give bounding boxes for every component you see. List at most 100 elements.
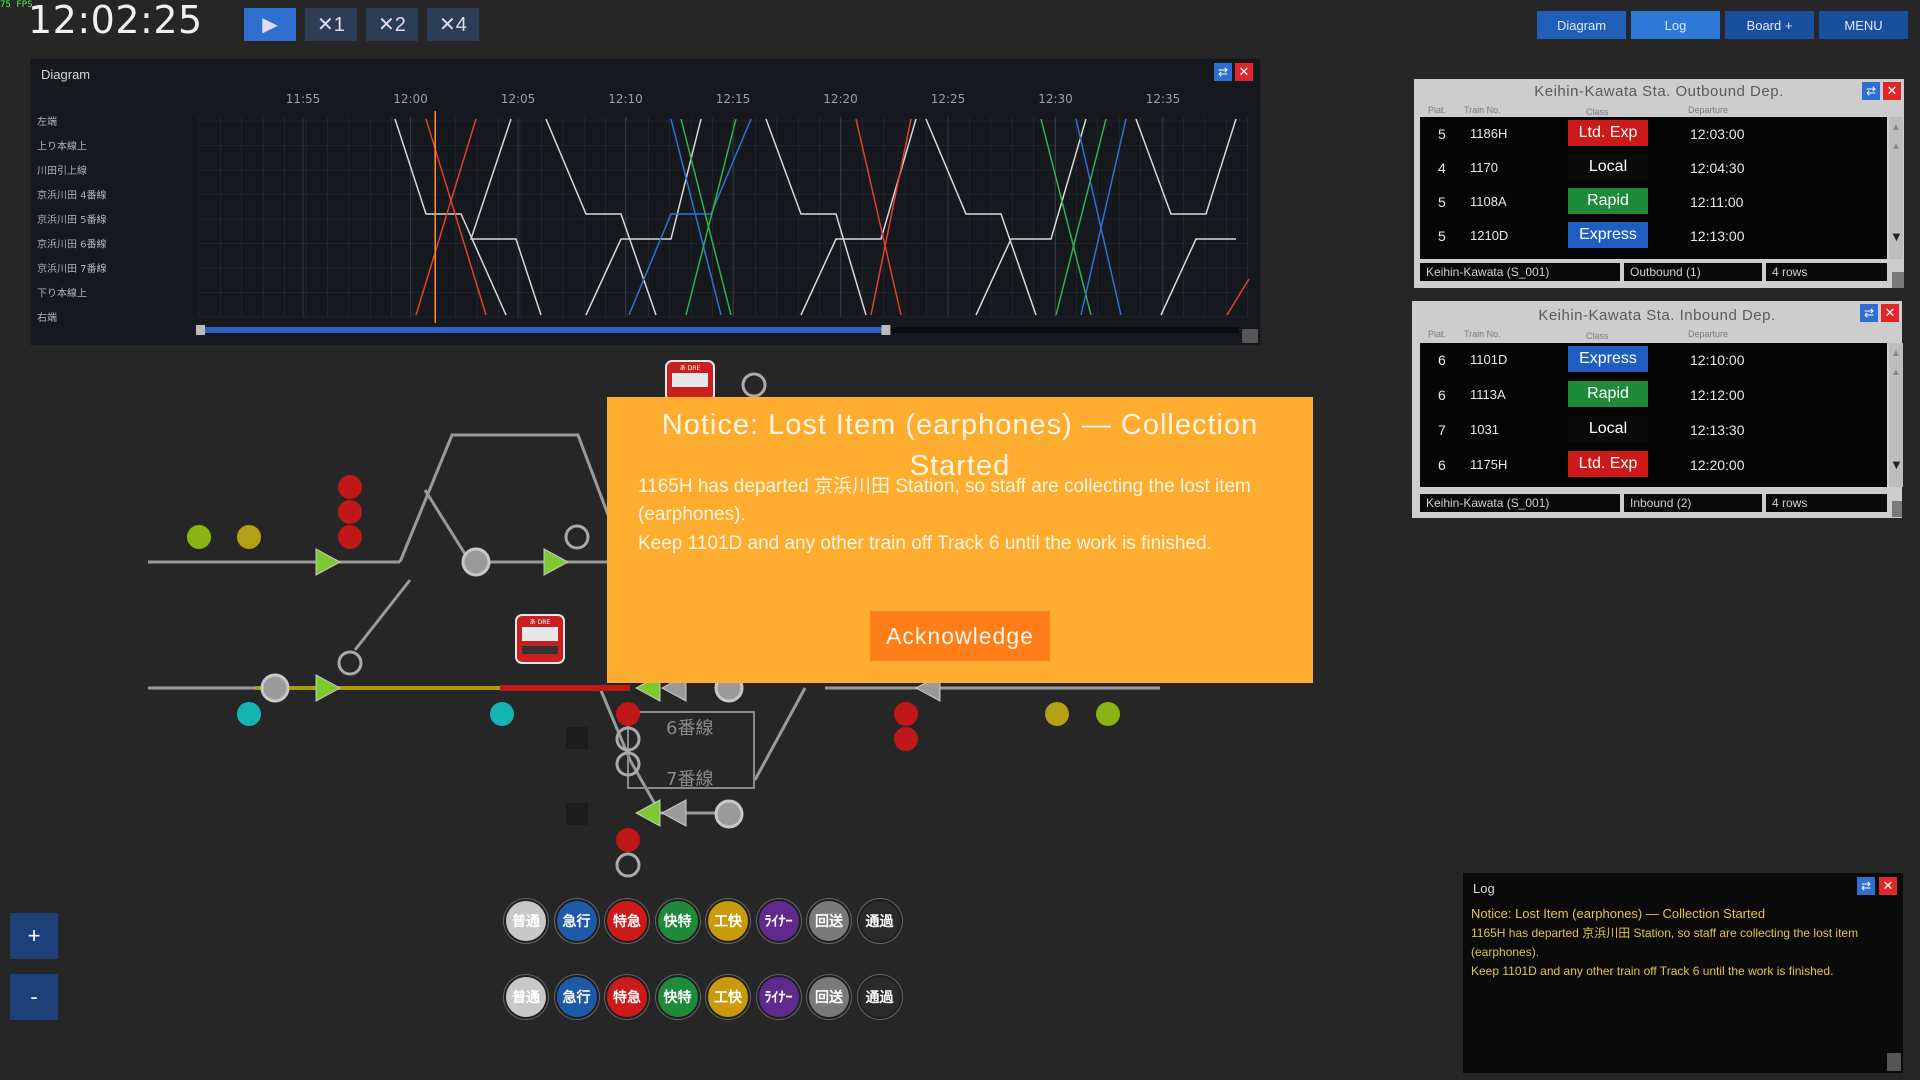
class-button[interactable]: ﾗｲﾅｰ (756, 975, 801, 1019)
log-line-4: Keep 1101D and any other train off Track… (1471, 964, 1834, 978)
class-button[interactable]: 急行 (554, 899, 599, 943)
signal-lamp[interactable] (237, 702, 261, 726)
acknowledge-button[interactable]: Acknowledge (870, 611, 1050, 661)
log-close-icon[interactable]: ✕ (1879, 877, 1897, 895)
board-row[interactable]: 7 1031 Local 12:13:30 (1420, 413, 1887, 447)
switch-point[interactable] (260, 673, 290, 703)
zoom-out-button[interactable]: - (10, 974, 58, 1020)
board-outbound-swap-icon[interactable]: ⇄ (1862, 82, 1880, 100)
row-dep: 12:13:30 (1690, 422, 1745, 438)
board-resize-handle[interactable] (1892, 272, 1904, 288)
scroll-down-icon[interactable]: ▼ (1890, 457, 1903, 472)
log-resize-handle[interactable] (1887, 1053, 1901, 1071)
row-plat: 5 (1438, 228, 1446, 244)
signal-lamp[interactable] (1045, 702, 1069, 726)
row-class: Express (1568, 222, 1648, 248)
signal-lamp[interactable] (490, 702, 514, 726)
block-marker (566, 727, 588, 749)
scroll-up-icon[interactable]: ▲ (1891, 348, 1901, 359)
board-inbound-swap-icon[interactable]: ⇄ (1860, 304, 1878, 322)
board-header-dep: Departure (1688, 329, 1729, 339)
scroll-down-icon[interactable]: ▼ (1890, 229, 1903, 244)
class-button[interactable]: 特急 (605, 899, 649, 943)
zoom-in-button[interactable]: + (10, 913, 58, 959)
class-button[interactable]: 工快 (706, 899, 750, 943)
signal-lamp[interactable] (187, 525, 211, 549)
signal-arrow-left[interactable] (660, 799, 687, 827)
board-row[interactable]: 5 1108A Rapid 12:11:00 (1420, 185, 1887, 219)
board-resize-handle[interactable] (1892, 501, 1902, 517)
board-header-class: Class (1586, 331, 1609, 341)
class-button[interactable]: 工快 (706, 975, 750, 1019)
class-button[interactable]: 特急 (605, 975, 649, 1019)
scroll-up-icon[interactable]: ▲ (1891, 367, 1901, 378)
log-swap-icon[interactable]: ⇄ (1857, 877, 1875, 895)
board-outbound-close-icon[interactable]: ✕ (1883, 82, 1901, 100)
empty-lamp[interactable] (337, 650, 363, 676)
row-plat: 6 (1438, 387, 1446, 403)
row-plat: 4 (1438, 160, 1446, 176)
board-row[interactable]: 5 1186H Ltd. Exp 12:03:00 (1420, 117, 1887, 151)
empty-lamp[interactable] (615, 852, 641, 878)
board-row[interactable]: 6 1175H Ltd. Exp 12:20:00 (1420, 448, 1887, 482)
row-dep: 12:04:30 (1690, 160, 1745, 176)
signal-lamp[interactable] (237, 525, 261, 549)
class-button[interactable]: 普通 (504, 975, 548, 1019)
board-outbound: Keihin-Kawata Sta. Outbound Dep. ⇄ ✕ Pla… (1414, 79, 1904, 288)
signal-arrow-right[interactable] (315, 548, 342, 576)
board-row[interactable]: 6 1101D Express 12:10:00 (1420, 343, 1887, 377)
board-outbound-station[interactable]: Keihin-Kawata (S_001) (1420, 263, 1620, 281)
class-button[interactable]: 通過 (857, 899, 902, 943)
board-inbound-scrollbar[interactable]: ▲ ▲ ▼ (1889, 343, 1903, 487)
class-button[interactable]: 快特 (655, 899, 700, 943)
board-row[interactable]: 5 1210D Express 12:13:00 (1420, 219, 1887, 253)
row-class: Local (1568, 416, 1648, 442)
signal-lamp[interactable] (894, 727, 918, 751)
board-header-dep: Departure (1688, 105, 1729, 115)
class-button[interactable]: 回送 (807, 899, 851, 943)
row-train: 1101D (1470, 352, 1508, 367)
class-button[interactable]: 快特 (655, 975, 700, 1019)
board-outbound-direction[interactable]: Outbound (1) (1624, 263, 1762, 281)
board-row[interactable]: 6 1113A Rapid 12:12:00 (1420, 378, 1887, 412)
signal-lamp[interactable] (1096, 702, 1120, 726)
class-button[interactable]: 回送 (807, 975, 851, 1019)
signal-lamp[interactable] (338, 525, 362, 549)
row-train: 1113A (1470, 387, 1506, 402)
signal-lamp[interactable] (616, 702, 640, 726)
signal-lamp[interactable] (338, 475, 362, 499)
empty-lamp[interactable] (564, 524, 590, 550)
row-plat: 6 (1438, 457, 1446, 473)
board-inbound-close-icon[interactable]: ✕ (1881, 304, 1899, 322)
signal-lamp[interactable] (616, 828, 640, 852)
row-class: Rapid (1568, 188, 1648, 214)
signal-arrow-right[interactable] (543, 548, 570, 576)
class-button[interactable]: 普通 (504, 899, 548, 943)
track-6-label: 6番線 (666, 718, 713, 739)
board-header-class: Class (1586, 107, 1609, 117)
board-row[interactable]: 4 1170 Local 12:04:30 (1420, 151, 1887, 185)
switch-point[interactable] (461, 547, 491, 577)
signal-lamp[interactable] (338, 500, 362, 524)
board-outbound-rows-count[interactable]: 4 rows (1766, 263, 1887, 281)
train-sprite[interactable]: あ DRE (665, 360, 715, 402)
switch-point[interactable] (714, 799, 744, 829)
train-sprite[interactable]: あ DRE (515, 614, 565, 664)
class-button[interactable]: 急行 (554, 975, 599, 1019)
class-button[interactable]: 通過 (857, 975, 902, 1019)
scroll-up-icon[interactable]: ▲ (1891, 141, 1901, 152)
empty-lamp[interactable] (741, 372, 767, 398)
signal-lamp[interactable] (894, 702, 918, 726)
board-outbound-scrollbar[interactable]: ▲ ▲ ▼ (1889, 117, 1903, 259)
signal-arrow-left[interactable] (634, 799, 661, 827)
class-button[interactable]: ﾗｲﾅｰ (756, 899, 801, 943)
signal-arrow-right[interactable] (315, 674, 342, 702)
row-class: Ltd. Exp (1568, 451, 1648, 477)
board-inbound-rows-count[interactable]: 4 rows (1766, 494, 1887, 512)
row-class: Rapid (1568, 381, 1648, 407)
row-dep: 12:20:00 (1690, 457, 1745, 473)
board-inbound-direction[interactable]: Inbound (2) (1624, 494, 1762, 512)
board-inbound-station[interactable]: Keihin-Kawata (S_001) (1420, 494, 1620, 512)
scroll-up-icon[interactable]: ▲ (1891, 122, 1901, 133)
row-train: 1175H (1470, 457, 1508, 472)
